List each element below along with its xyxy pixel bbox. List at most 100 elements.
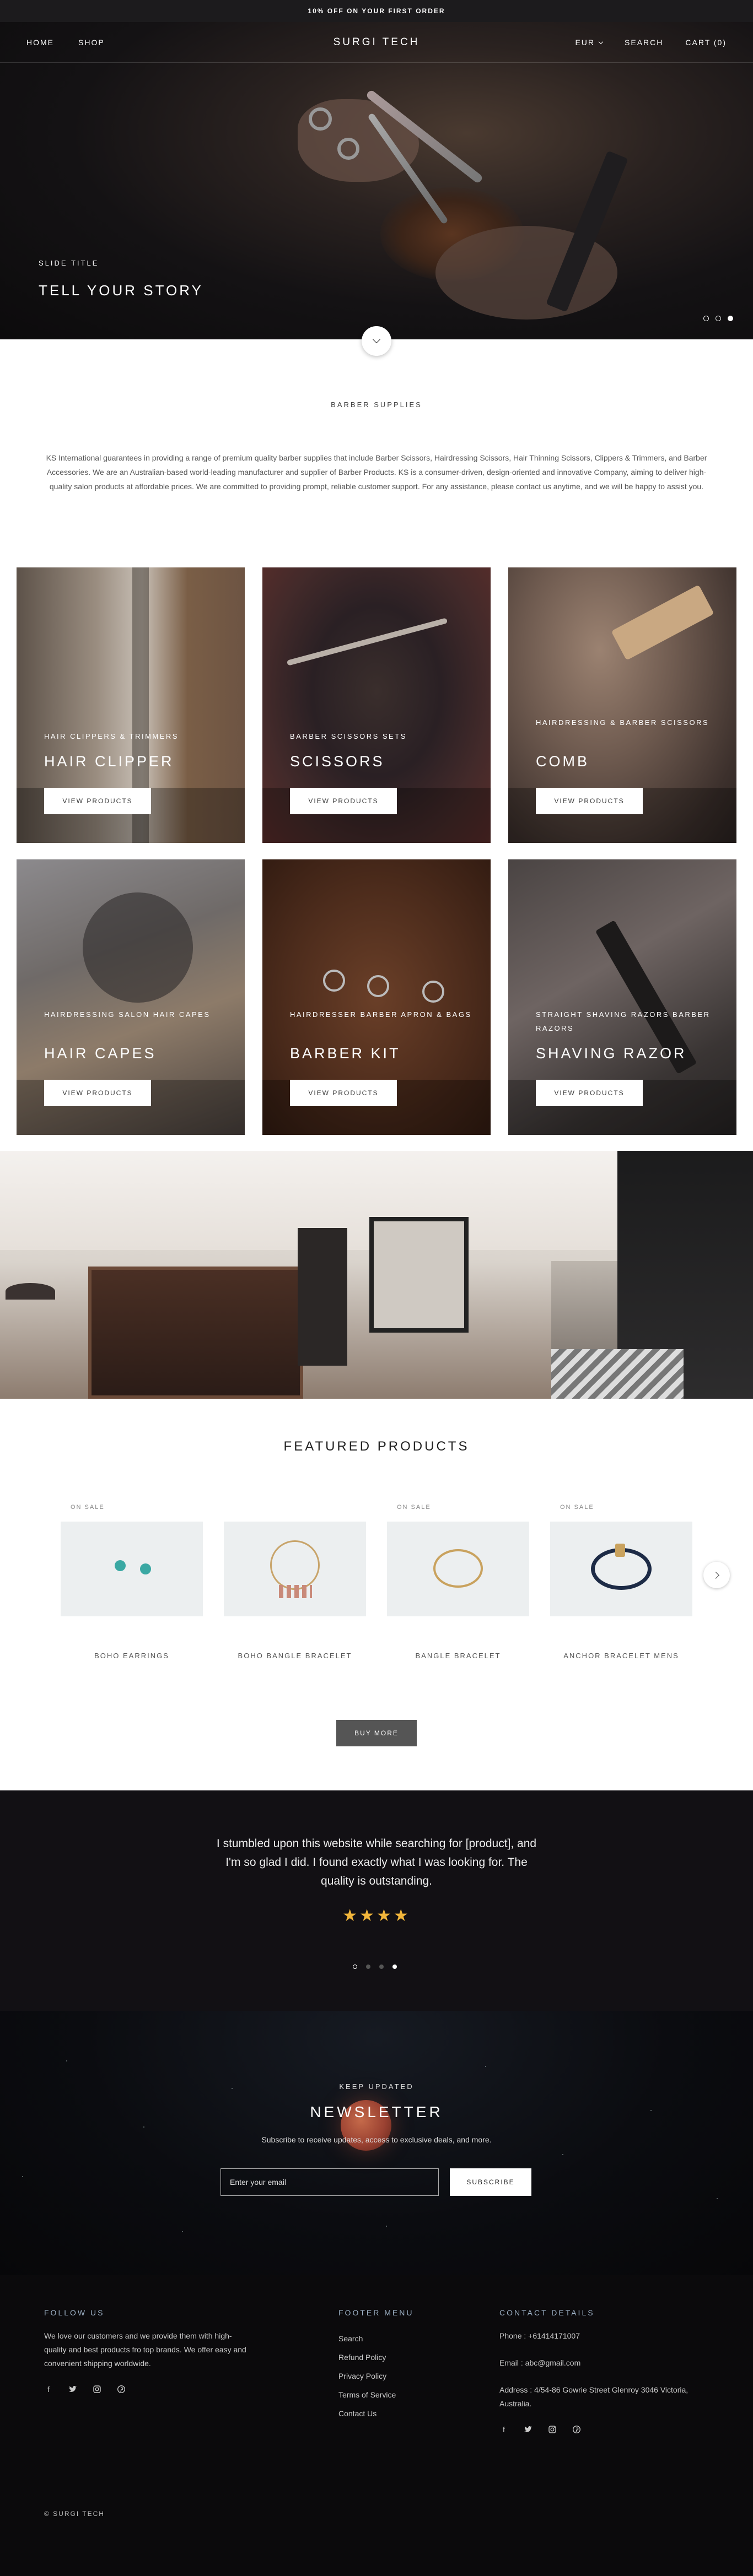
- contact-phone: Phone : +61414171007: [499, 2331, 580, 2340]
- category-image: [323, 970, 345, 992]
- buy-more-button[interactable]: BUY MORE: [336, 1720, 417, 1746]
- category-title: HAIR CLIPPER: [44, 753, 174, 770]
- facebook-icon[interactable]: f: [499, 2425, 508, 2434]
- category-image: [611, 585, 714, 661]
- pinterest-icon[interactable]: [117, 2385, 126, 2394]
- view-products-button[interactable]: VIEW PRODUCTS: [44, 1080, 151, 1106]
- carousel-next-button[interactable]: [703, 1562, 730, 1588]
- footer: FOLLOW US We love our customers and we p…: [0, 2275, 753, 2576]
- newsletter-text: Subscribe to receive updates, access to …: [261, 2135, 492, 2144]
- product-image-bangle-bracelet[interactable]: [387, 1522, 529, 1616]
- view-products-button[interactable]: VIEW PRODUCTS: [44, 788, 151, 814]
- announcement-bar: 10% OFF ON YOUR FIRST ORDER: [0, 0, 753, 22]
- barber-cape: [551, 1349, 684, 1399]
- category-card-barber-kit[interactable]: HAIRDRESSER BARBER APRON & BAGS BARBER K…: [262, 859, 491, 1135]
- social-links: f: [44, 2385, 254, 2394]
- sale-badge: ON SALE: [71, 1504, 105, 1511]
- footer-link-contact[interactable]: Contact Us: [338, 2404, 471, 2423]
- footer-link-refund-policy[interactable]: Refund Policy: [338, 2348, 471, 2367]
- testimonial-section: I stumbled upon this website while searc…: [0, 1790, 753, 2011]
- category-card-hair-clipper[interactable]: HAIR CLIPPERS & TRIMMERS HAIR CLIPPER VI…: [17, 567, 245, 843]
- testimonial-dot-active[interactable]: [392, 1965, 397, 1969]
- category-card-scissors[interactable]: BARBER SCISSORS SETS SCISSORS VIEW PRODU…: [262, 567, 491, 843]
- nav-cart-link[interactable]: CART (0): [685, 38, 727, 47]
- star-dot: [717, 2198, 718, 2199]
- category-image: [367, 975, 389, 997]
- footer-contact-column: CONTACT DETAILS Phone : +61414171007 Ema…: [499, 2308, 698, 2434]
- category-card-shaving-razor[interactable]: STRAIGHT SHAVING RAZORS BARBER RAZORS SH…: [508, 859, 736, 1135]
- star-dot: [182, 2231, 183, 2232]
- bracelet-ring: [433, 1549, 483, 1588]
- product-name[interactable]: BOHO EARRINGS: [61, 1652, 203, 1660]
- testimonial-dot[interactable]: [379, 1965, 384, 1969]
- category-subtitle: HAIR CLIPPERS & TRIMMERS: [44, 732, 179, 740]
- category-card-comb[interactable]: HAIRDRESSING & BARBER SCISSORS COMB VIEW…: [508, 567, 736, 843]
- star-dot: [562, 2154, 563, 2155]
- category-subtitle: HAIRDRESSING & BARBER SCISSORS: [536, 718, 709, 727]
- subscribe-button[interactable]: SUBSCRIBE: [450, 2168, 531, 2196]
- footer-menu-column: FOOTER MENU Search Refund Policy Privacy…: [338, 2308, 471, 2423]
- pinterest-icon[interactable]: [572, 2425, 581, 2434]
- testimonial-dot[interactable]: [366, 1965, 370, 1969]
- product-name[interactable]: ANCHOR BRACELET MENS: [550, 1652, 692, 1660]
- footer-link-search[interactable]: Search: [338, 2329, 471, 2348]
- category-subtitle: BARBER SCISSORS SETS: [290, 732, 407, 740]
- hero-image-scissor-ring: [337, 138, 359, 160]
- twitter-icon[interactable]: [524, 2425, 533, 2434]
- category-subtitle: STRAIGHT SHAVING RAZORS BARBER RAZORS: [536, 1010, 711, 1032]
- testimonial-dot[interactable]: [353, 1965, 357, 1969]
- chevron-right-icon: [712, 1571, 719, 1579]
- view-products-button[interactable]: VIEW PRODUCTS: [290, 1080, 397, 1106]
- pendant-lamp: [6, 1283, 55, 1300]
- sale-badge: ON SALE: [397, 1504, 431, 1511]
- sale-badge: ON SALE: [560, 1504, 594, 1511]
- currency-selector[interactable]: EUR: [575, 37, 604, 47]
- category-title: COMB: [536, 753, 589, 770]
- earring-stone: [115, 1560, 126, 1571]
- header-nav: HOME SHOP SURGI TECH EUR SEARCH CART (0): [0, 22, 753, 63]
- slide-dot-active[interactable]: [728, 316, 733, 321]
- currency-label: EUR: [575, 37, 595, 47]
- category-title: SCISSORS: [290, 753, 385, 770]
- view-products-button[interactable]: VIEW PRODUCTS: [536, 1080, 643, 1106]
- view-products-button[interactable]: VIEW PRODUCTS: [536, 788, 643, 814]
- nav-home-link[interactable]: HOME: [26, 38, 54, 47]
- barber-chair: [298, 1228, 347, 1366]
- footer-link-terms[interactable]: Terms of Service: [338, 2385, 471, 2404]
- testimonial-dots: [353, 1965, 397, 1969]
- view-products-button[interactable]: VIEW PRODUCTS: [290, 788, 397, 814]
- category-card-hair-capes[interactable]: HAIRDRESSING SALON HAIR CAPES HAIR CAPES…: [17, 859, 245, 1135]
- footer-link-privacy-policy[interactable]: Privacy Policy: [338, 2367, 471, 2385]
- mirror: [369, 1217, 469, 1333]
- star-dot: [386, 2226, 387, 2227]
- category-subtitle: HAIRDRESSING SALON HAIR CAPES: [44, 1010, 211, 1019]
- product-image-boho-earrings[interactable]: [61, 1522, 203, 1616]
- email-input[interactable]: [220, 2168, 439, 2196]
- nav-shop-link[interactable]: SHOP: [78, 38, 105, 47]
- star-dot: [485, 2066, 486, 2067]
- product-name[interactable]: BOHO BANGLE BRACELET: [224, 1652, 366, 1660]
- slide-subtitle: SLIDE TITLE: [39, 259, 99, 267]
- instagram-icon[interactable]: [93, 2385, 101, 2394]
- slide-dot[interactable]: [716, 316, 721, 321]
- twitter-icon[interactable]: [68, 2385, 77, 2394]
- contact-address: Address : 4/54-86 Gowrie Street Glenroy …: [499, 2385, 689, 2408]
- facebook-icon[interactable]: f: [44, 2385, 53, 2394]
- instagram-icon[interactable]: [548, 2425, 557, 2434]
- product-name[interactable]: BANGLE BRACELET: [387, 1652, 529, 1660]
- contact-email: Email : abc@gmail.com: [499, 2358, 581, 2367]
- scroll-down-button[interactable]: [362, 326, 391, 356]
- chevron-down-icon: [598, 39, 604, 44]
- slide-dot[interactable]: [703, 316, 709, 321]
- footer-heading: CONTACT DETAILS: [499, 2308, 595, 2317]
- slide-title: TELL YOUR STORY: [39, 282, 203, 299]
- newsletter-section: KEEP UPDATED NEWSLETTER Subscribe to rec…: [0, 2011, 753, 2275]
- hero-image-scissor-ring: [309, 107, 332, 131]
- section-title: BARBER SUPPLIES: [331, 401, 422, 409]
- nav-search-link[interactable]: SEARCH: [625, 38, 663, 47]
- product-image-boho-bangle[interactable]: [224, 1522, 366, 1616]
- slide-dots: [703, 316, 733, 321]
- footer-menu: Search Refund Policy Privacy Policy Term…: [338, 2329, 471, 2423]
- product-image-anchor-bracelet[interactable]: [550, 1522, 692, 1616]
- brand-logo[interactable]: SURGI TECH: [334, 36, 420, 48]
